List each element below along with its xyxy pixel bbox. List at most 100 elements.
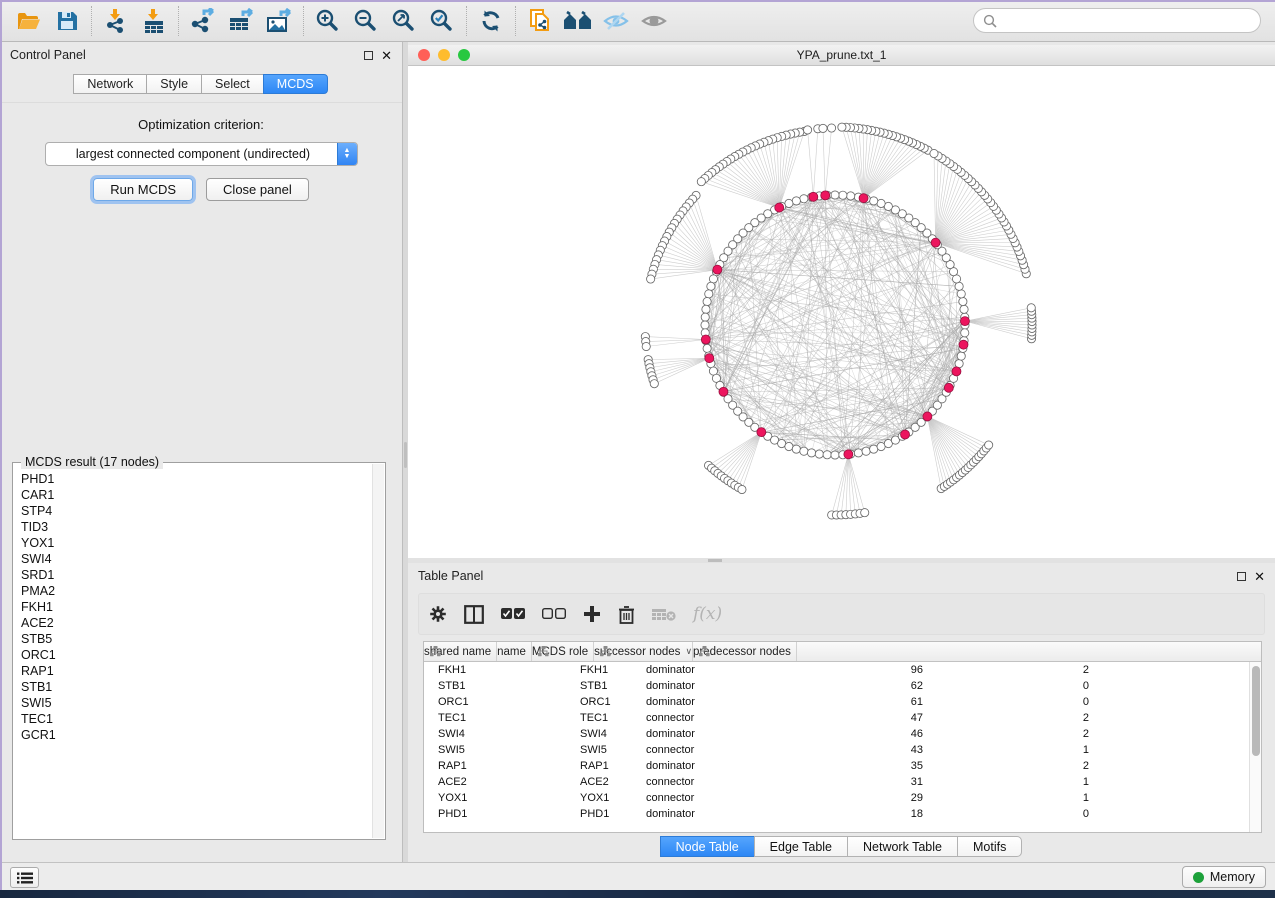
cell-predecessor-nodes[interactable]: 2 xyxy=(931,728,1103,740)
cell-name[interactable]: FKH1 xyxy=(546,664,631,676)
close-panel-button[interactable]: Close panel xyxy=(206,178,309,201)
mcds-result-item[interactable]: SWI4 xyxy=(21,551,371,567)
table-row[interactable]: STB1 STB1 dominator 62 0 xyxy=(424,678,1261,694)
table-type-tab[interactable]: Motifs xyxy=(957,836,1022,857)
cell-shared-name[interactable]: ORC1 xyxy=(424,696,546,708)
mcds-result-item[interactable]: SRD1 xyxy=(21,567,371,583)
toggle-columns-icon[interactable] xyxy=(464,605,484,624)
cell-mcds-role[interactable]: dominator xyxy=(631,760,786,772)
cell-mcds-role[interactable]: dominator xyxy=(631,664,786,676)
hide-selected-icon[interactable] xyxy=(597,4,635,38)
cell-mcds-role[interactable]: dominator xyxy=(631,680,786,692)
duplicate-network-icon[interactable] xyxy=(521,4,559,38)
cell-predecessor-nodes[interactable]: 1 xyxy=(931,792,1103,804)
refresh-layout-icon[interactable] xyxy=(472,4,510,38)
export-image-icon[interactable] xyxy=(260,4,298,38)
mcds-result-list[interactable]: PHD1 CAR1 STP4 TID3 YOX1 SWI4 SRD1 PMA2 … xyxy=(21,471,371,837)
search-box[interactable] xyxy=(973,8,1261,33)
table-scrollbar-thumb[interactable] xyxy=(1252,666,1260,756)
optimization-criterion-select[interactable]: largest connected component (undirected)… xyxy=(45,142,358,166)
mcds-result-item[interactable]: TID3 xyxy=(21,519,371,535)
mcds-result-item[interactable]: PHD1 xyxy=(21,471,371,487)
table-settings-icon[interactable] xyxy=(429,605,447,623)
cell-predecessor-nodes[interactable]: 0 xyxy=(931,808,1103,820)
cell-successor-nodes[interactable]: 46 xyxy=(786,728,931,740)
cell-mcds-role[interactable]: dominator xyxy=(631,728,786,740)
cell-shared-name[interactable]: ACE2 xyxy=(424,776,546,788)
task-menu-button[interactable] xyxy=(10,867,39,888)
import-network-icon[interactable] xyxy=(97,4,135,38)
cell-successor-nodes[interactable]: 62 xyxy=(786,680,931,692)
cell-shared-name[interactable]: SWI4 xyxy=(424,728,546,740)
control-panel-tab[interactable]: MCDS xyxy=(263,74,328,94)
cell-name[interactable]: SWI5 xyxy=(546,744,631,756)
save-session-icon[interactable] xyxy=(48,4,86,38)
import-table-icon[interactable] xyxy=(135,4,173,38)
table-type-tab[interactable]: Node Table xyxy=(660,836,755,857)
column-header[interactable]: name xyxy=(497,642,532,661)
cell-name[interactable]: STB1 xyxy=(546,680,631,692)
cell-name[interactable]: ACE2 xyxy=(546,776,631,788)
splitter-grip[interactable] xyxy=(708,559,722,562)
cell-mcds-role[interactable]: dominator xyxy=(631,696,786,708)
show-all-icon[interactable] xyxy=(635,4,673,38)
mcds-result-item[interactable]: PMA2 xyxy=(21,583,371,599)
cell-mcds-role[interactable]: connector xyxy=(631,776,786,788)
control-panel-tab[interactable]: Select xyxy=(201,74,264,94)
mcds-result-item[interactable]: STP4 xyxy=(21,503,371,519)
cell-name[interactable]: RAP1 xyxy=(546,760,631,772)
cell-name[interactable]: TEC1 xyxy=(546,712,631,724)
column-header[interactable]: shared name xyxy=(424,642,497,661)
table-type-tab[interactable]: Edge Table xyxy=(754,836,848,857)
control-panel-tab[interactable]: Network xyxy=(73,74,147,94)
splitter-grip[interactable] xyxy=(404,442,407,468)
search-input[interactable] xyxy=(997,14,1260,28)
network-canvas[interactable] xyxy=(408,66,1275,558)
cell-successor-nodes[interactable]: 96 xyxy=(786,664,931,676)
mcds-result-item[interactable]: SWI5 xyxy=(21,695,371,711)
mcds-result-item[interactable]: STB5 xyxy=(21,631,371,647)
cell-shared-name[interactable]: STB1 xyxy=(424,680,546,692)
cell-successor-nodes[interactable]: 29 xyxy=(786,792,931,804)
delete-column-icon[interactable] xyxy=(618,605,635,624)
cell-shared-name[interactable]: PHD1 xyxy=(424,808,546,820)
mcds-result-item[interactable]: STB1 xyxy=(21,679,371,695)
cell-mcds-role[interactable]: dominator xyxy=(631,808,786,820)
cell-mcds-role[interactable]: connector xyxy=(631,792,786,804)
delete-table-icon[interactable] xyxy=(652,607,676,622)
cell-mcds-role[interactable]: connector xyxy=(631,712,786,724)
table-row[interactable]: ORC1 ORC1 dominator 61 0 xyxy=(424,694,1261,710)
select-all-checkboxes-icon[interactable] xyxy=(501,608,525,620)
network-window-titlebar[interactable]: YPA_prune.txt_1 xyxy=(408,45,1275,66)
column-header[interactable]: successor nodes ∨ xyxy=(594,642,693,661)
mcds-list-scrollbar[interactable] xyxy=(372,464,384,838)
float-panel-icon[interactable] xyxy=(364,51,373,60)
close-panel-icon[interactable]: ✕ xyxy=(381,51,392,60)
mcds-result-item[interactable]: ORC1 xyxy=(21,647,371,663)
cell-predecessor-nodes[interactable]: 2 xyxy=(931,760,1103,772)
mcds-result-item[interactable]: ACE2 xyxy=(21,615,371,631)
deselect-all-checkboxes-icon[interactable] xyxy=(542,608,566,620)
table-row[interactable]: RAP1 RAP1 dominator 35 2 xyxy=(424,758,1261,774)
table-row[interactable]: SWI4 SWI4 dominator 46 2 xyxy=(424,726,1261,742)
mcds-result-item[interactable]: GCR1 xyxy=(21,727,371,743)
table-row[interactable]: TEC1 TEC1 connector 47 2 xyxy=(424,710,1261,726)
control-panel-tab[interactable]: Style xyxy=(146,74,202,94)
cell-predecessor-nodes[interactable]: 1 xyxy=(931,776,1103,788)
mcds-result-item[interactable]: RAP1 xyxy=(21,663,371,679)
function-builder-icon[interactable]: f(x) xyxy=(693,604,722,624)
close-panel-icon[interactable]: ✕ xyxy=(1254,572,1265,581)
table-row[interactable]: YOX1 YOX1 connector 29 1 xyxy=(424,790,1261,806)
cell-predecessor-nodes[interactable]: 2 xyxy=(931,664,1103,676)
cell-name[interactable]: ORC1 xyxy=(546,696,631,708)
cell-name[interactable]: SWI4 xyxy=(546,728,631,740)
table-row[interactable]: SWI5 SWI5 connector 43 1 xyxy=(424,742,1261,758)
float-panel-icon[interactable] xyxy=(1237,572,1246,581)
zoom-fit-icon[interactable] xyxy=(385,4,423,38)
mcds-result-item[interactable]: TEC1 xyxy=(21,711,371,727)
cell-shared-name[interactable]: SWI5 xyxy=(424,744,546,756)
cell-name[interactable]: PHD1 xyxy=(546,808,631,820)
cell-shared-name[interactable]: FKH1 xyxy=(424,664,546,676)
cell-successor-nodes[interactable]: 35 xyxy=(786,760,931,772)
cell-predecessor-nodes[interactable]: 2 xyxy=(931,712,1103,724)
